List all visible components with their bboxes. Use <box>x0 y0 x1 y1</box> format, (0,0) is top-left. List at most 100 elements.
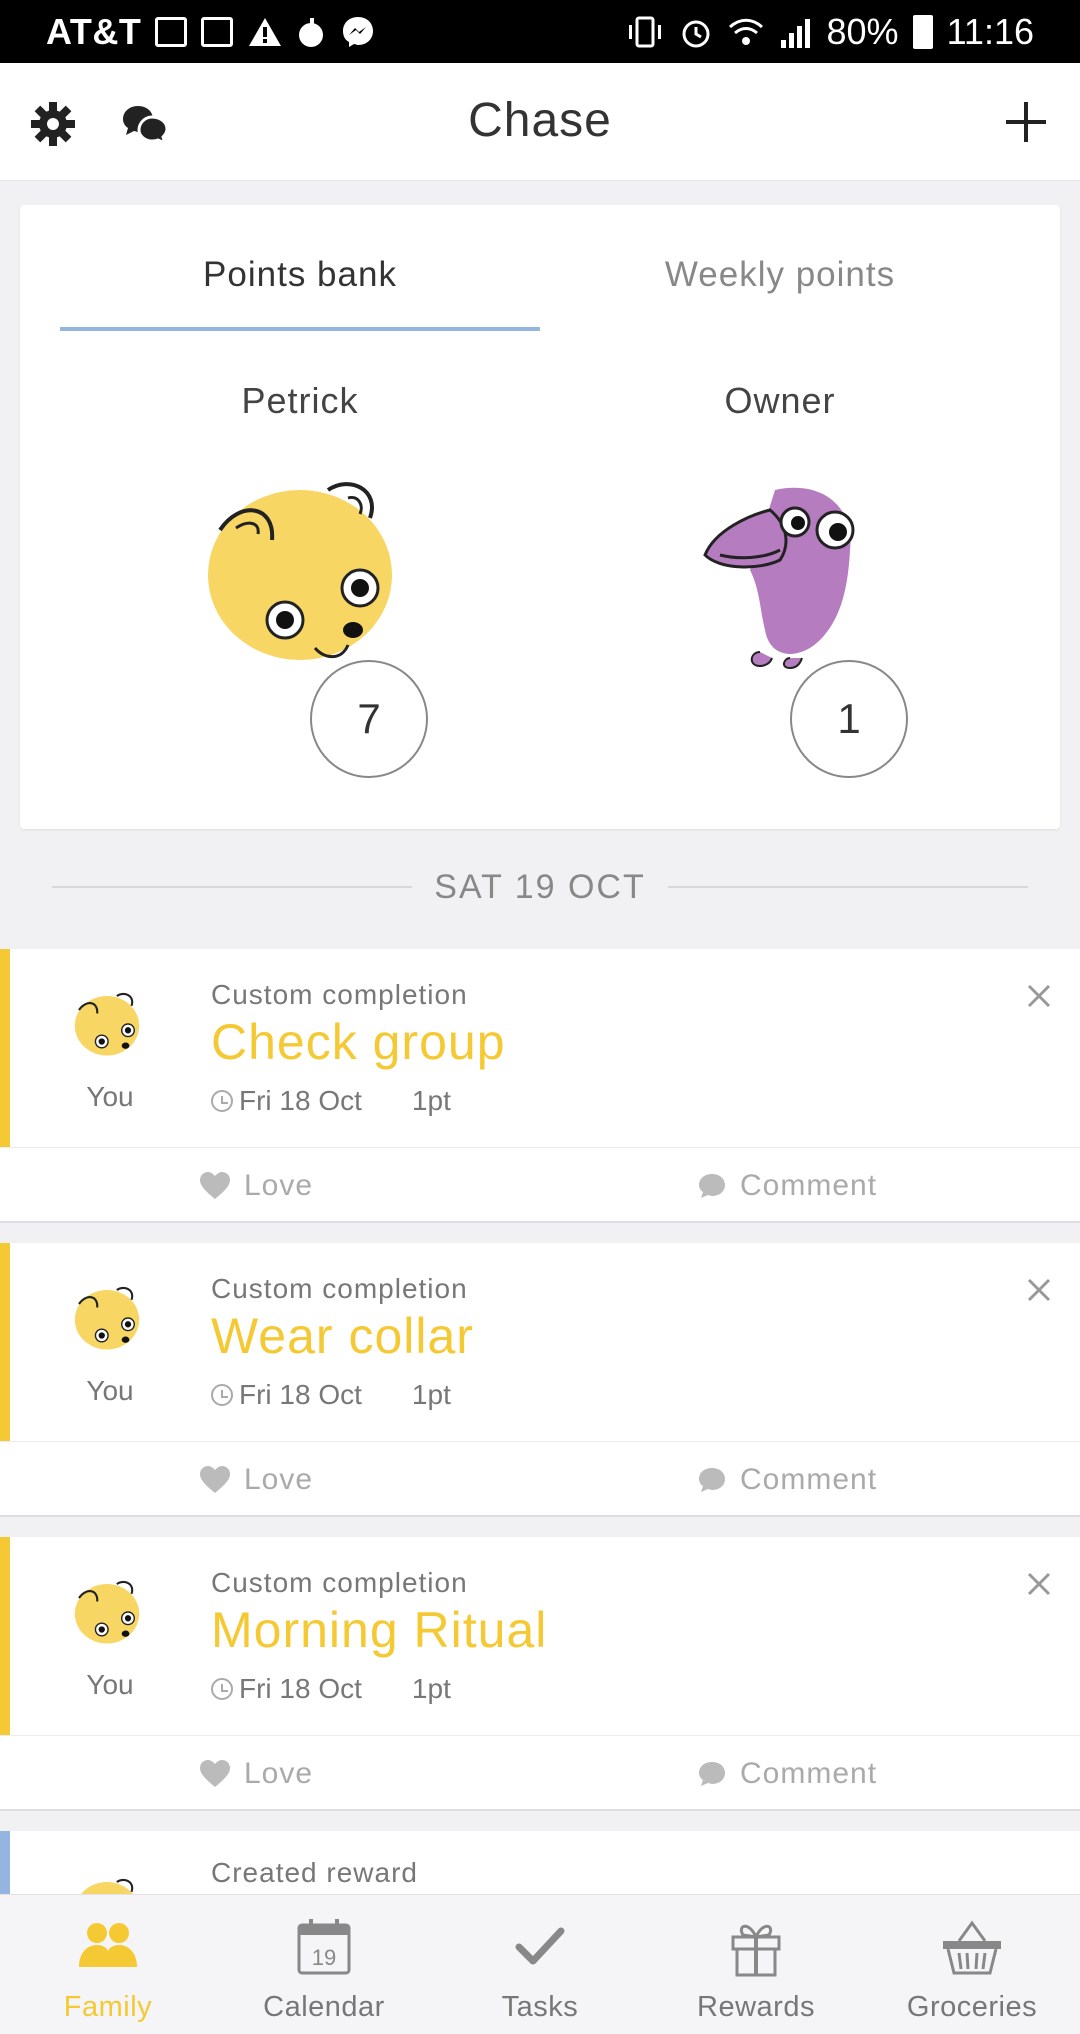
activity-card[interactable]: You Custom completion Wear collar Fri 18… <box>0 1243 1080 1517</box>
heart-icon <box>200 1466 230 1493</box>
close-icon[interactable] <box>1026 1571 1052 1597</box>
yellow-dog-avatar <box>74 1286 140 1350</box>
love-label: Love <box>244 1463 314 1496</box>
close-icon[interactable] <box>1026 1277 1052 1303</box>
comment-icon <box>699 1174 725 1198</box>
activity-type: Custom completion <box>211 979 468 1010</box>
activity-accent-stripe <box>0 1243 10 1441</box>
activity-type: Custom completion <box>211 1567 468 1598</box>
wifi-icon <box>728 18 763 45</box>
nav-rewards[interactable]: Rewards <box>648 1895 864 2034</box>
points-circle: 1 <box>790 660 908 778</box>
love-button[interactable]: Love <box>200 1757 313 1791</box>
check-icon <box>515 1927 565 1965</box>
nav-label: Tasks <box>501 1991 579 2023</box>
news-icon <box>201 16 234 47</box>
activity-user: You <box>86 1375 134 1406</box>
tab-weekly-points[interactable]: Weekly points <box>540 255 1020 295</box>
divider-line <box>667 886 1028 888</box>
nav-groceries[interactable]: Groceries <box>864 1895 1080 2034</box>
activity-date: Fri 18 Oct <box>239 1673 362 1704</box>
news-icon <box>155 16 188 47</box>
clock-icon <box>211 1090 233 1112</box>
clock-icon <box>211 1678 233 1700</box>
family-icon <box>79 1923 137 1967</box>
warning-icon <box>249 17 282 46</box>
activity-type: Custom completion <box>211 1273 468 1304</box>
heart-icon <box>200 1760 230 1787</box>
alarm-icon <box>682 20 710 47</box>
activity-title: Check group <box>211 1014 506 1070</box>
battery-percent: 80% <box>826 10 899 52</box>
member-name: Petrick <box>241 380 359 421</box>
active-tab-indicator <box>60 327 540 331</box>
date-divider: SAT 19 OCT <box>52 862 1028 912</box>
bottom-nav: Family 19 Calendar Tasks Rewards Groceri… <box>0 1894 1080 2034</box>
nav-label: Rewards <box>697 1991 815 2023</box>
activity-divider <box>0 1441 1080 1442</box>
nav-label: Groceries <box>906 1991 1038 2023</box>
activity-points: 1pt <box>411 1379 451 1410</box>
nav-calendar[interactable]: 19 Calendar <box>216 1895 432 2034</box>
comment-button[interactable]: Comment <box>698 1463 877 1497</box>
activity-points: 1pt <box>411 1673 451 1704</box>
activity-card[interactable]: You Custom completion Morning Ritual Fri… <box>0 1537 1080 1811</box>
activity-user: You <box>86 1081 134 1112</box>
activity-accent-stripe <box>0 949 10 1147</box>
clock-time: 11:16 <box>946 10 1034 52</box>
member-name: Owner <box>724 380 836 421</box>
add-icon[interactable] <box>1003 99 1049 145</box>
comment-button[interactable]: Comment <box>698 1757 877 1791</box>
signal-icon <box>780 18 810 48</box>
heart-icon <box>200 1172 230 1199</box>
member-petrick[interactable]: Petrick 7 <box>60 380 540 800</box>
points-circle: 7 <box>310 660 428 778</box>
love-button[interactable]: Love <box>200 1169 313 1203</box>
purple-bird-avatar <box>703 487 855 670</box>
comment-button[interactable]: Comment <box>698 1169 877 1203</box>
activity-user: You <box>86 1669 134 1700</box>
nav-tasks[interactable]: Tasks <box>432 1895 648 2034</box>
yellow-dog-avatar <box>74 1580 140 1644</box>
tab-points-bank[interactable]: Points bank <box>60 255 540 295</box>
yellow-dog-avatar <box>208 482 392 660</box>
svg-text:19: 19 <box>312 1945 336 1970</box>
comment-label: Comment <box>740 1463 878 1496</box>
basket-icon <box>943 1920 1001 1975</box>
nav-family[interactable]: Family <box>0 1895 216 2034</box>
page-title: Chase <box>468 94 612 147</box>
activity-type: Created reward <box>211 1857 418 1888</box>
nav-label: Family <box>63 1991 153 2023</box>
activity-divider <box>0 1147 1080 1148</box>
clock-icon <box>211 1384 233 1406</box>
activity-title: Morning Ritual <box>211 1602 548 1658</box>
messenger-icon <box>343 16 374 47</box>
points-card: Points bank Weekly points Petrick 7 Owne… <box>20 205 1060 829</box>
comment-icon <box>699 1762 725 1786</box>
status-bar: AT&T 80% 11:16 <box>0 0 1080 63</box>
member-owner[interactable]: Owner 1 <box>540 380 1020 800</box>
activity-date: Fri 18 Oct <box>239 1379 362 1410</box>
nav-label: Calendar <box>263 1991 385 2023</box>
love-button[interactable]: Love <box>200 1463 313 1497</box>
vibrate-icon <box>628 16 661 47</box>
top-bar: Chase <box>0 63 1080 181</box>
date-label: SAT 19 OCT <box>434 867 646 906</box>
activity-date: Fri 18 Oct <box>239 1085 362 1116</box>
carrier-label: AT&T <box>46 10 142 52</box>
activity-meta: Fri 18 Oct 1pt <box>211 1085 451 1117</box>
activity-card[interactable]: You Custom completion Check group Fri 18… <box>0 949 1080 1223</box>
love-label: Love <box>244 1757 314 1790</box>
close-icon[interactable] <box>1026 983 1052 1009</box>
activity-title: Wear collar <box>211 1308 474 1364</box>
activity-divider <box>0 1735 1080 1736</box>
activity-points: 1pt <box>411 1085 451 1116</box>
activity-accent-stripe <box>0 1537 10 1735</box>
gift-icon <box>731 1924 781 1977</box>
yellow-dog-avatar <box>74 992 140 1056</box>
calendar-icon: 19 <box>297 1919 351 1975</box>
activity-meta: Fri 18 Oct 1pt <box>211 1379 451 1411</box>
battery-icon <box>912 14 933 49</box>
comment-label: Comment <box>740 1757 878 1790</box>
comment-label: Comment <box>740 1169 878 1202</box>
